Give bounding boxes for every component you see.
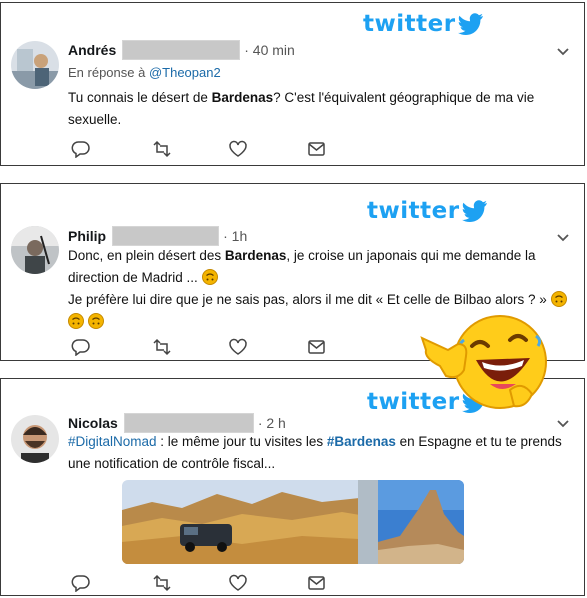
tweet-text: Tu connais le désert de Bardenas? C'est …	[68, 90, 535, 127]
reply-handle-link[interactable]: @Theopan2	[149, 65, 221, 80]
upside-down-face-emoji	[201, 269, 218, 285]
reply-icon[interactable]	[71, 338, 150, 356]
tweet-text: #DigitalNomad : le même jour tu visites …	[68, 434, 562, 471]
media-gallery[interactable]	[122, 480, 464, 564]
twitter-logo: twitter	[363, 11, 484, 37]
message-icon[interactable]	[308, 140, 387, 158]
reply-icon[interactable]	[71, 574, 150, 592]
retweet-icon[interactable]	[150, 338, 229, 356]
hashtag-link[interactable]: #Bardenas	[327, 434, 396, 449]
laughing-emoji	[420, 315, 547, 409]
upside-down-face-emoji	[68, 313, 84, 329]
upside-down-face-emoji	[87, 313, 104, 329]
tweet-time[interactable]: · 40 min	[244, 42, 295, 58]
upside-down-face-emoji	[550, 291, 567, 307]
reply-icon[interactable]	[71, 140, 150, 158]
reply-context: En réponse à @Theopan2	[68, 65, 221, 80]
message-icon[interactable]	[308, 574, 387, 592]
redacted-handle	[122, 40, 241, 60]
redacted-handle	[112, 226, 220, 246]
retweet-icon[interactable]	[150, 140, 229, 158]
author-name[interactable]: Philip	[68, 228, 106, 244]
avatar[interactable]	[11, 41, 59, 89]
chevron-down-icon[interactable]	[556, 417, 570, 431]
avatar[interactable]	[11, 226, 59, 274]
author-name[interactable]: Nicolas	[68, 415, 118, 431]
avatar[interactable]	[11, 415, 59, 463]
hashtag-link[interactable]: #DigitalNomad	[68, 434, 157, 449]
tweet-time[interactable]: · 2 h	[258, 415, 286, 431]
tweet-time[interactable]: · 1h	[223, 228, 247, 244]
tweet-card-1[interactable]: twitter Andrés · 40 min En réponse à @Th…	[0, 2, 585, 166]
retweet-icon[interactable]	[150, 574, 229, 592]
desert-van-photo[interactable]	[122, 480, 378, 564]
like-icon[interactable]	[229, 338, 308, 356]
chevron-down-icon[interactable]	[556, 45, 570, 59]
author-name[interactable]: Andrés	[68, 42, 116, 58]
message-icon[interactable]	[308, 338, 387, 356]
rock-formation-photo[interactable]	[378, 480, 464, 564]
like-icon[interactable]	[229, 140, 308, 158]
redacted-handle	[123, 413, 254, 433]
like-icon[interactable]	[229, 574, 308, 592]
twitter-bird-icon	[457, 13, 483, 35]
chevron-down-icon[interactable]	[556, 231, 570, 245]
twitter-bird-icon	[461, 200, 487, 222]
twitter-logo: twitter	[367, 198, 488, 224]
